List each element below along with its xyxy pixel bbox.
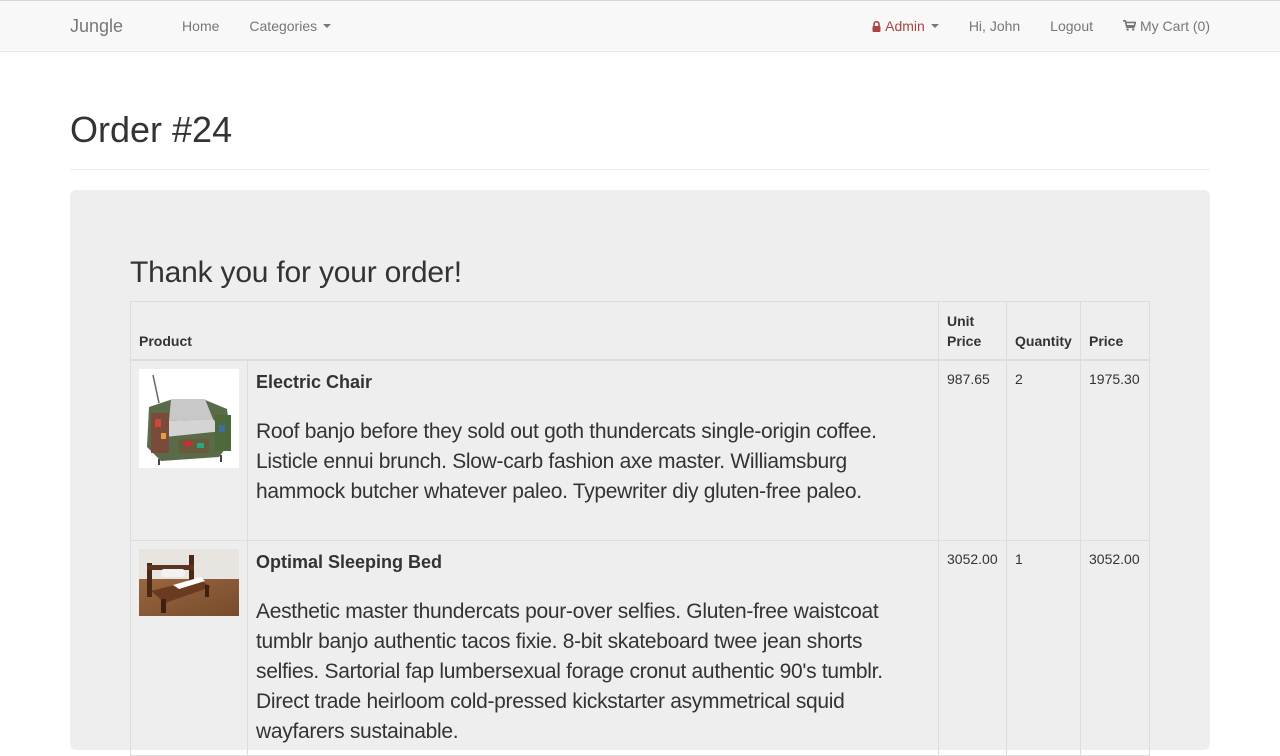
page-title: Order #24 <box>70 109 233 150</box>
product-description: Aesthetic master thundercats pour-over s… <box>256 600 883 743</box>
nav-categories-label: Categories <box>249 18 318 34</box>
table-row: Electric Chair Roof banjo before they so… <box>130 359 1150 541</box>
product-image-cell <box>130 359 248 541</box>
product-image-electric-chair <box>139 368 239 468</box>
order-items-table: Product Unit Price Quantity Price Electr… <box>130 301 1150 756</box>
product-image-optimal-sleeping-bed <box>139 549 239 616</box>
order-table-head: Product Unit Price Quantity Price <box>130 301 1150 361</box>
product-name: Electric Chair <box>256 371 373 392</box>
column-header-quantity: Quantity <box>1006 301 1081 361</box>
product-line-price: 1975.30 <box>1080 359 1150 541</box>
order-summary-panel: Thank you for your order! Product Unit P… <box>70 190 1210 756</box>
product-quantity: 1 <box>1006 540 1081 756</box>
product-name: Optimal Sleeping Bed <box>256 552 443 572</box>
nav-categories-dropdown[interactable]: Categories <box>249 18 332 34</box>
brand-link[interactable]: Jungle <box>70 16 123 37</box>
product-image-cell <box>130 540 248 756</box>
column-header-price: Price <box>1080 301 1150 361</box>
navbar-left: Jungle Home Categories <box>70 16 332 37</box>
caret-down-icon <box>323 24 332 28</box>
column-header-unit-price: Unit Price <box>938 301 1007 361</box>
order-table-body: Electric Chair Roof banjo before they so… <box>130 359 1150 756</box>
product-unit-price: 987.65 <box>938 359 1007 541</box>
product-line-price: 3052.00 <box>1080 540 1150 756</box>
top-navbar: Jungle Home Categories Admin Hi, John Lo… <box>0 0 1280 52</box>
navbar-right: Admin Hi, John Logout My Cart (0) <box>872 18 1210 34</box>
main-container: Order #24 Thank you for your order! Prod… <box>70 52 1210 756</box>
product-quantity: 2 <box>1006 359 1081 541</box>
page-header: Order #24 <box>70 52 1210 170</box>
caret-down-icon <box>930 24 939 28</box>
nav-logout-link[interactable]: Logout <box>1050 18 1093 34</box>
shopping-cart-icon <box>1123 18 1137 34</box>
product-description: Roof banjo before they sold out goth thu… <box>256 419 877 503</box>
order-thank-you-heading: Thank you for your order! <box>130 256 462 289</box>
nav-home-link[interactable]: Home <box>182 18 219 34</box>
nav-admin-label: Admin <box>885 18 925 34</box>
table-row: Optimal Sleeping Bed Aesthetic master th… <box>130 540 1150 756</box>
nav-greeting[interactable]: Hi, John <box>969 18 1020 34</box>
table-header-row: Product Unit Price Quantity Price <box>130 301 1150 361</box>
navbar-inner: Jungle Home Categories Admin Hi, John Lo… <box>70 1 1210 51</box>
nav-admin-dropdown[interactable]: Admin <box>872 18 939 34</box>
nav-cart-link[interactable]: My Cart (0) <box>1123 18 1210 34</box>
product-details-cell: Electric Chair Roof banjo before they so… <box>247 359 939 541</box>
product-unit-price: 3052.00 <box>938 540 1007 756</box>
nav-cart-label: My Cart (0) <box>1140 18 1210 34</box>
column-header-product: Product <box>130 301 939 361</box>
lock-icon <box>872 20 881 32</box>
product-details-cell: Optimal Sleeping Bed Aesthetic master th… <box>247 540 939 756</box>
